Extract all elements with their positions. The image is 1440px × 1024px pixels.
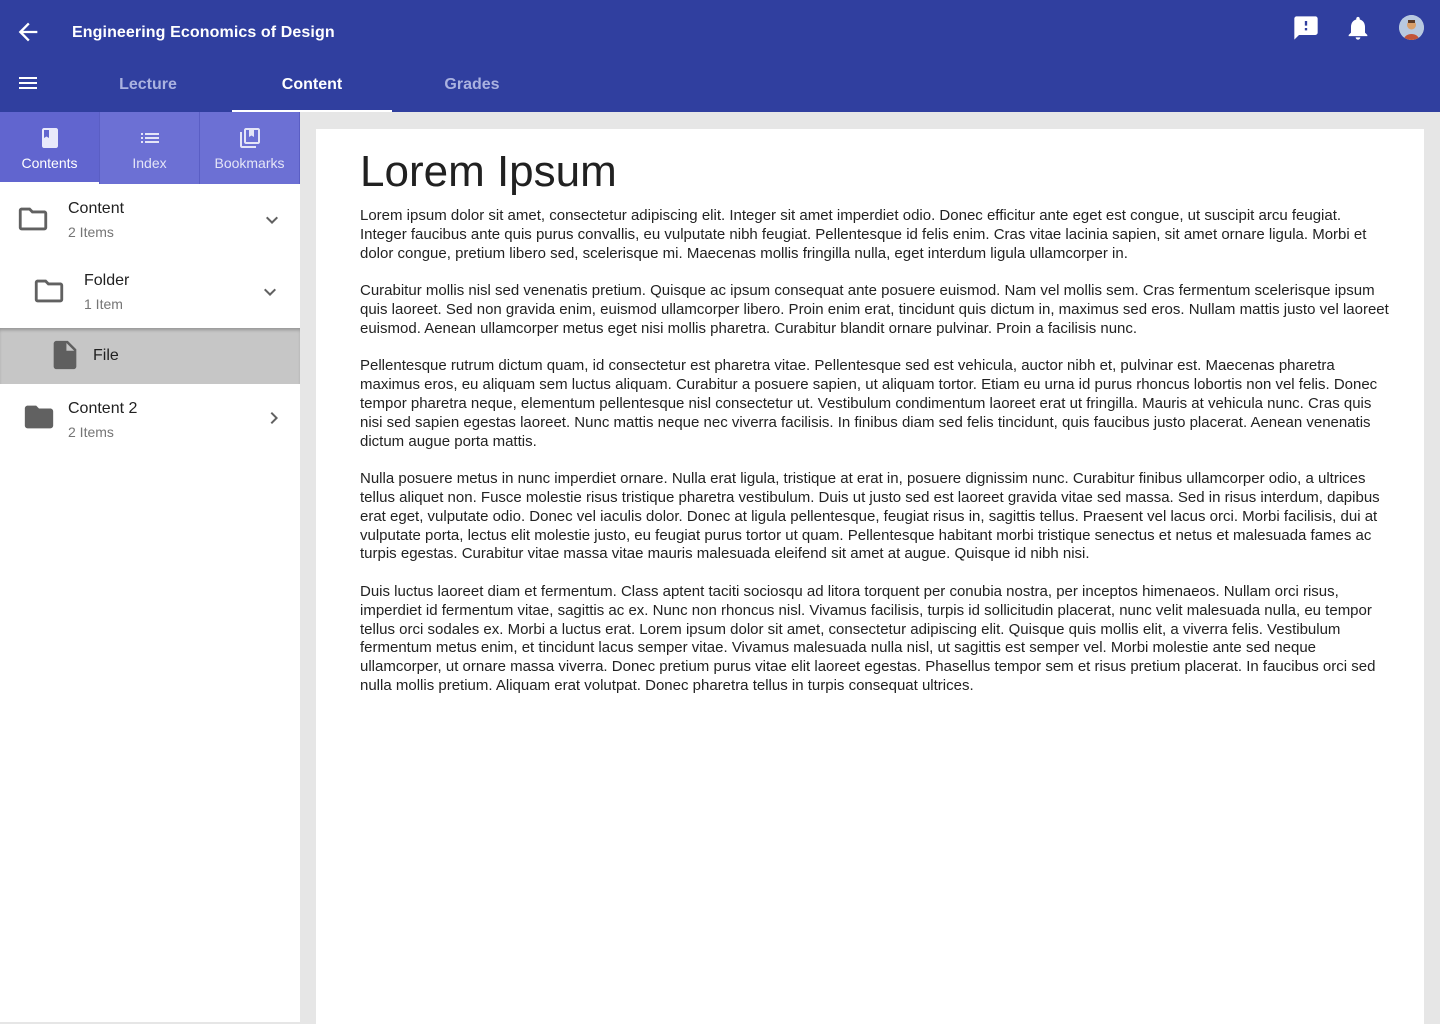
book-icon (38, 126, 62, 150)
sidebar-tab-label: Index (132, 155, 167, 171)
folder-outline-icon (16, 202, 50, 236)
sidebar: Contents Index Bookmarks Content 2 Items (0, 112, 300, 1022)
tree-item-count: 2 Items (68, 224, 114, 240)
folder-icon (22, 400, 56, 434)
chevron-down-icon[interactable] (258, 280, 282, 304)
tree-item-title: Folder (84, 272, 130, 289)
sidebar-tabs: Contents Index Bookmarks (0, 112, 300, 184)
paragraph: Nulla posuere metus in nunc imperdiet or… (360, 470, 1380, 563)
sidebar-tab-label: Bookmarks (214, 155, 285, 171)
feedback-icon[interactable] (1292, 14, 1320, 42)
tree-item-count: 2 Items (68, 424, 114, 440)
tab-label: Grades (444, 76, 500, 93)
page-title: Engineering Economics of Design (72, 24, 335, 41)
document-title: Lorem Ipsum (360, 147, 617, 196)
sidebar-tab-label: Contents (21, 155, 78, 171)
hamburger-menu-icon[interactable] (16, 71, 40, 95)
tree-item-file[interactable]: File (0, 328, 300, 384)
tree-item-count: 1 Item (84, 296, 123, 312)
chevron-down-icon[interactable] (260, 208, 284, 232)
tree-item-folder[interactable]: Folder 1 Item (0, 256, 300, 328)
file-icon (48, 338, 82, 372)
tree-item-content-2[interactable]: Content 2 2 Items (0, 384, 300, 456)
bell-icon[interactable] (1344, 14, 1372, 42)
tab-lecture[interactable]: Lecture (68, 58, 228, 112)
tree-item-title: Content (68, 200, 125, 217)
tree-item-content[interactable]: Content 2 Items (0, 184, 300, 256)
tab-label: Lecture (119, 76, 177, 93)
avatar[interactable] (1399, 15, 1424, 40)
paragraph: Duis luctus laoreet diam et fermentum. C… (360, 582, 1376, 694)
folder-outline-icon (32, 274, 66, 308)
paragraph: Curabitur mollis nisl sed venenatis pret… (360, 282, 1389, 337)
app-bar: Engineering Economics of Design Lecture … (0, 0, 1440, 112)
arrow-left-icon[interactable] (14, 18, 42, 46)
tab-label: Content (281, 76, 343, 93)
chevron-right-icon[interactable] (262, 406, 286, 430)
document-page: Lorem Ipsum Lorem ipsum dolor sit amet, … (316, 129, 1424, 1024)
paragraph: Pellentesque rutrum dictum quam, id cons… (360, 357, 1378, 450)
sidebar-tab-bookmarks[interactable]: Bookmarks (200, 112, 300, 184)
list-icon (138, 126, 162, 150)
paragraph: Lorem ipsum dolor sit amet, consectetur … (360, 207, 1367, 262)
document-body: Lorem ipsum dolor sit amet, consectetur … (360, 207, 1390, 715)
sidebar-tab-index[interactable]: Index (100, 112, 200, 184)
tree-item-title: File (93, 347, 119, 364)
tab-grades[interactable]: Grades (392, 58, 552, 112)
sidebar-tab-contents[interactable]: Contents (0, 112, 100, 184)
tree-item-title: Content 2 (68, 400, 138, 417)
tab-content[interactable]: Content (232, 58, 392, 112)
bookmarks-icon (238, 126, 262, 150)
